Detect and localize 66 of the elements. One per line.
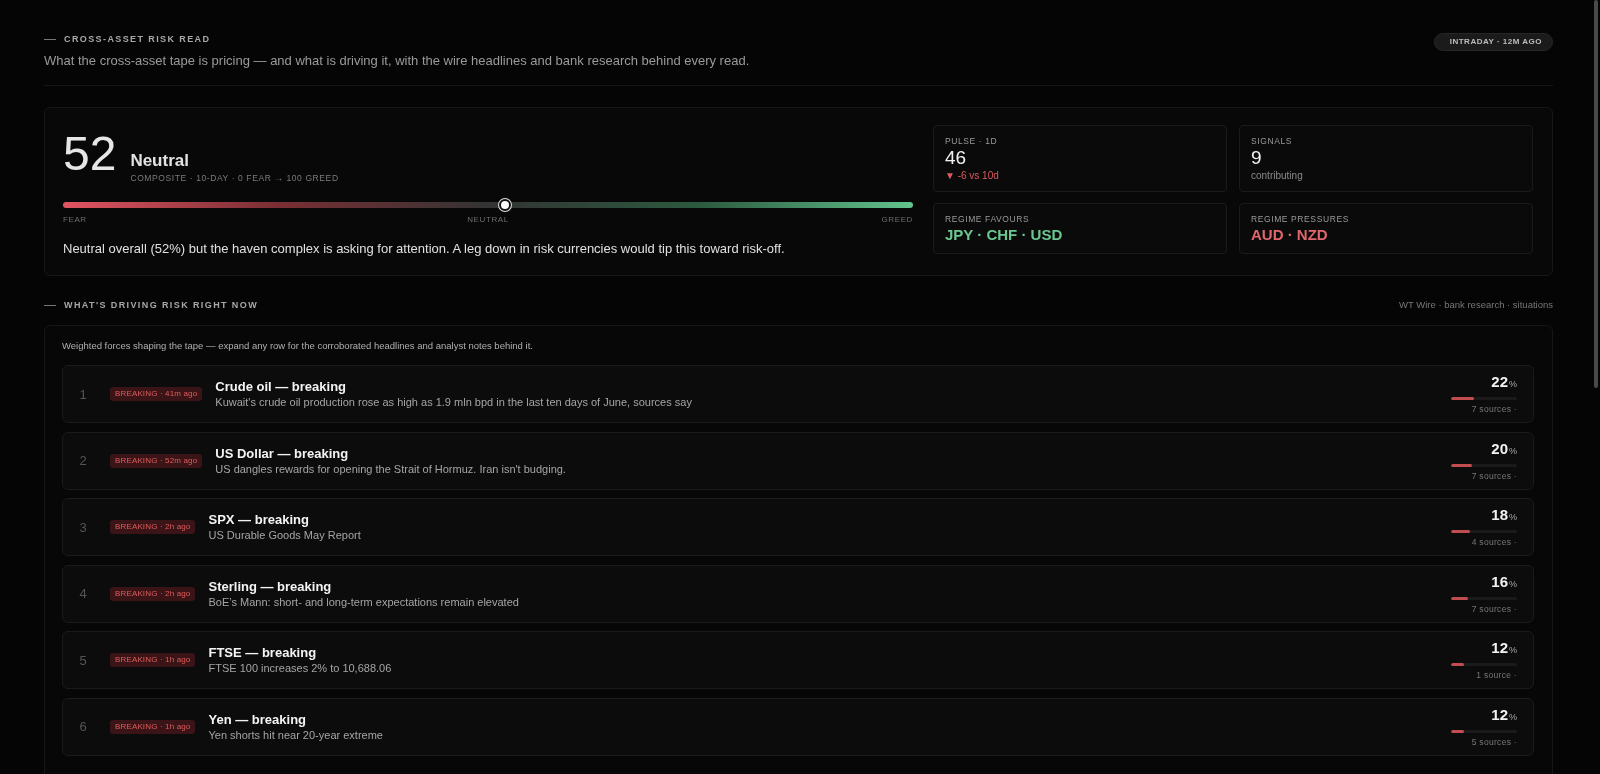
- summary-text: Neutral overall (52%) but the haven complex is asking for attention. A leg down in risk currencies would tip this toward risk-off.: [63, 240, 786, 258]
- driver-row[interactable]: 3 BREAKING · 2h ago SPX — breaking US Durable Goods May Report 18% 4 sources ·: [62, 498, 1534, 556]
- subtitle: What the cross-asset tape is pricing — and what is driving it, with the wire headlines and bank research behind every read.: [44, 52, 750, 70]
- driver-row[interactable]: 2 BREAKING · 52m ago US Dollar — breaking US dangles rewards for opening the Strait of Hormuz. Iran isn't budging. 20% 7 sources ·: [62, 431, 1534, 490]
- rank-number: 5: [78, 652, 88, 668]
- intro-text: Weighted forces shaping the tape — expand any row for the corroborated headlines and analyst notes behind it.: [62, 339, 534, 353]
- section-title: WHAT'S DRIVING RISK RIGHT NOW: [64, 299, 259, 312]
- driver-title: Crude oil — breaking: [215, 378, 347, 395]
- driver-title: SPX — breaking: [208, 511, 309, 528]
- source-note: WT Wire · bank research · situations: [1399, 299, 1553, 311]
- scale-caption: COMPOSITE · 10-DAY · 0 FEAR → 100 GREED: [130, 172, 339, 184]
- driver-title: FTSE — breaking: [208, 644, 317, 661]
- sources-count: 7 sources ·: [1471, 403, 1517, 415]
- gauge-label: GREED: [881, 215, 913, 225]
- headline-text: FTSE 100 increases 2% to 10,688.06: [208, 661, 392, 676]
- sources-count: 4 sources ·: [1471, 536, 1517, 548]
- driver-row[interactable]: 1 BREAKING · 41m ago Crude oil — breaking Kuwait's crude oil production rose as high as 1.9 mln bpd in the last ten days of June, sources say 22% 7 sources ·: [62, 365, 1534, 423]
- weight-value: 20%: [1491, 439, 1517, 459]
- currency-list: JPY · CHF · USD: [945, 225, 1215, 245]
- section-title: CROSS-ASSET RISK READ: [64, 33, 211, 46]
- stat-label: REGIME PRESSURES: [1251, 213, 1350, 225]
- rank-number: 2: [78, 453, 88, 468]
- breaking-badge: BREAKING · 1h ago: [110, 719, 196, 734]
- stat-value: 9: [1251, 147, 1263, 169]
- stat-value: 46: [945, 147, 968, 169]
- driver-row[interactable]: 5 BREAKING · 1h ago FTSE — breaking FTSE 100 increases 2% to 10,688.06 12% 1 source ·: [62, 631, 1534, 689]
- rank-number: 6: [78, 719, 88, 734]
- rank-number: 3: [78, 519, 88, 535]
- driver-title: Yen — breaking: [208, 710, 307, 728]
- timestamp-badge: INTRADAY · 12M AGO: [1433, 33, 1553, 51]
- breaking-badge: BREAKING · 1h ago: [110, 653, 196, 667]
- driver-row[interactable]: 4 BREAKING · 2h ago Sterling — breaking BoE’s Mann: short- and long-term expectations remain elevated 16% 7 sources ·: [62, 564, 1534, 623]
- headline-text: US dangles rewards for opening the Strait of Hormuz. Iran isn't budging.: [215, 461, 566, 477]
- currency-list: AUD · NZD: [1251, 225, 1521, 245]
- gauge-label: FEAR: [63, 215, 87, 225]
- headline-text: Kuwait's crude oil production rose as high as 1.9 mln bpd in the last ten days of June, sources say: [215, 395, 692, 410]
- breaking-badge: BREAKING · 41m ago: [110, 387, 203, 401]
- sources-count: 1 source ·: [1476, 669, 1517, 681]
- stat-label: PULSE · 1D: [945, 135, 999, 147]
- breaking-badge: BREAKING · 2h ago: [110, 520, 196, 534]
- weight-value: 12%: [1491, 705, 1517, 725]
- weight-value: 22%: [1491, 373, 1517, 392]
- driver-row[interactable]: 6 BREAKING · 1h ago Yen — breaking Yen shorts hit near 20-year extreme 12% 5 sources ·: [62, 697, 1534, 756]
- weight-value: 18%: [1491, 506, 1517, 525]
- stat-note: contributing: [1251, 169, 1304, 183]
- scrollbar-thumb[interactable]: [1594, 0, 1598, 388]
- rank-number: 1: [78, 386, 88, 402]
- driver-title: US Dollar — breaking: [215, 444, 349, 462]
- score-value: 52: [63, 132, 117, 176]
- driver-title: Sterling — breaking: [208, 577, 332, 595]
- stat-note: ▼ -6 vs 10d: [945, 169, 1000, 183]
- sentiment-label: Neutral: [130, 151, 190, 171]
- sources-count: 5 sources ·: [1471, 735, 1517, 748]
- headline-text: BoE’s Mann: short- and long-term expectations remain elevated: [208, 594, 519, 610]
- sources-count: 7 sources ·: [1471, 469, 1517, 482]
- weight-value: 12%: [1491, 639, 1517, 658]
- breaking-badge: BREAKING · 52m ago: [110, 453, 203, 468]
- headline-text: Yen shorts hit near 20-year extreme: [208, 727, 383, 743]
- rank-number: 4: [78, 586, 88, 601]
- gauge-label: NEUTRAL: [467, 215, 509, 225]
- weight-value: 16%: [1491, 572, 1517, 592]
- stat-label: REGIME FAVOURS: [945, 213, 1031, 225]
- headline-text: US Durable Goods May Report: [208, 528, 361, 543]
- breaking-badge: BREAKING · 2h ago: [110, 586, 196, 601]
- stat-label: SIGNALS: [1251, 135, 1294, 147]
- sources-count: 7 sources ·: [1471, 602, 1517, 615]
